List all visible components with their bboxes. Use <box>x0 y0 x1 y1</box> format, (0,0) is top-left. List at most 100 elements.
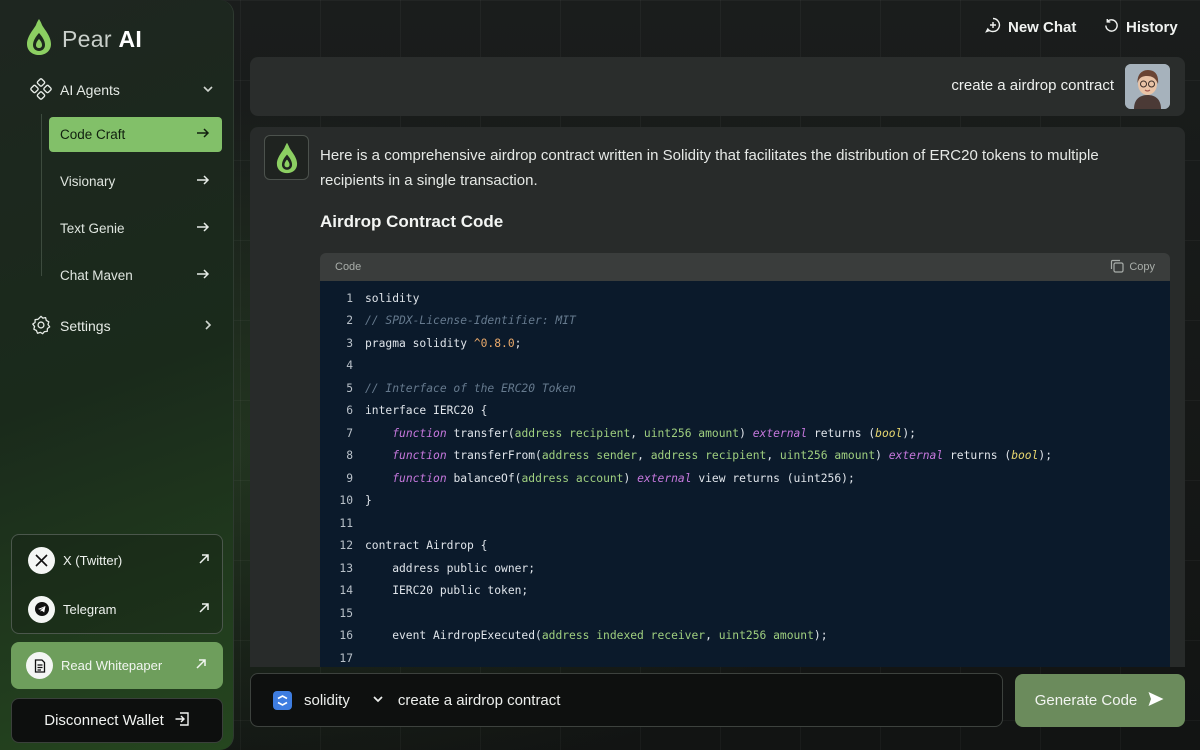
chevron-down-icon[interactable] <box>372 692 384 709</box>
line-number: 6 <box>346 404 353 418</box>
line-number: 11 <box>339 516 353 530</box>
code-line: 5 // Interface of the ERC20 Token <box>320 377 1170 400</box>
code-line: 6 interface IERC20 { <box>320 400 1170 423</box>
plus-circle-icon <box>985 17 1001 37</box>
line-number: 1 <box>346 291 353 305</box>
code-line: 14 IERC20 public token; <box>320 580 1170 603</box>
code-line: 15 <box>320 602 1170 625</box>
code-line: 9 function balanceOf(address account) ex… <box>320 467 1170 490</box>
copy-button[interactable]: Copy <box>1110 259 1155 276</box>
line-text: function balanceOf(address account) exte… <box>392 471 855 485</box>
external-link-icon <box>198 602 210 617</box>
nav-text-genie-label: Text Genie <box>60 221 125 236</box>
code-line: 2 // SPDX-License-Identifier: MIT <box>320 310 1170 333</box>
line-text: pragma solidity ^0.8.0; <box>365 336 522 350</box>
prompt-bar: solidity create a airdrop contract <box>250 673 1003 727</box>
history-label: History <box>1126 18 1178 36</box>
line-text: function transferFrom(address sender, ad… <box>392 449 1053 463</box>
code-line: 17 <box>320 647 1170 667</box>
code-block-header: Code Copy <box>320 253 1170 281</box>
brand-name: Pear AI <box>62 26 143 52</box>
line-number: 10 <box>339 494 353 508</box>
social-telegram-label: Telegram <box>63 601 117 617</box>
sidebar: Pear AI AI Agents Code Craft Visionary T… <box>0 0 234 750</box>
code-line: 12 contract Airdrop { <box>320 535 1170 558</box>
line-number: 2 <box>346 314 353 328</box>
nav-visionary[interactable]: Visionary <box>49 164 222 199</box>
pear-logo-icon <box>264 135 309 180</box>
social-x-twitter[interactable]: X (Twitter) <box>28 545 210 575</box>
user-message: create a airdrop contract <box>250 57 1185 116</box>
external-link-icon <box>195 658 207 673</box>
line-number: 13 <box>339 561 353 575</box>
line-number: 17 <box>339 651 353 665</box>
history-button[interactable]: History <box>1104 16 1178 38</box>
arrow-right-icon <box>196 268 210 283</box>
line-text: IERC20 public token; <box>365 584 529 598</box>
nav-code-craft[interactable]: Code Craft <box>49 117 222 152</box>
agents-icon <box>30 77 52 103</box>
copy-icon <box>1110 259 1124 276</box>
ai-response: Here is a comprehensive airdrop contract… <box>250 127 1185 667</box>
code-line: 13 address public owner; <box>320 557 1170 580</box>
brand-logo[interactable]: Pear AI <box>26 18 142 61</box>
nav-settings-label: Settings <box>60 318 111 334</box>
tree-line <box>41 114 42 276</box>
nav-ai-agents[interactable]: AI Agents <box>30 76 214 104</box>
line-number: 3 <box>346 336 353 350</box>
solidity-icon <box>273 690 292 710</box>
code-line: 8 function transferFrom(address sender, … <box>320 445 1170 468</box>
line-text: event AirdropExecuted(address indexed re… <box>365 629 828 643</box>
code-line: 16 event AirdropExecuted(address indexed… <box>320 625 1170 648</box>
read-whitepaper-button[interactable]: Read Whitepaper <box>11 642 223 689</box>
nav-text-genie[interactable]: Text Genie <box>49 211 222 246</box>
chevron-right-icon <box>202 319 214 334</box>
prompt-input[interactable]: create a airdrop contract <box>398 692 561 709</box>
nav-visionary-label: Visionary <box>60 174 116 189</box>
generate-code-button[interactable]: Generate Code <box>1015 674 1185 727</box>
line-text: address public owner; <box>365 561 536 575</box>
user-avatar[interactable] <box>1125 64 1170 109</box>
arrow-right-icon <box>196 221 210 236</box>
arrow-right-icon <box>196 127 210 142</box>
document-icon <box>26 652 53 679</box>
send-icon <box>1147 690 1165 712</box>
external-link-icon <box>198 553 210 568</box>
logout-icon <box>174 711 190 731</box>
history-icon <box>1104 18 1119 37</box>
copy-label: Copy <box>1129 261 1155 273</box>
new-chat-button[interactable]: New Chat <box>985 16 1076 38</box>
code-line: 3 pragma solidity ^0.8.0; <box>320 332 1170 355</box>
user-message-text: create a airdrop contract <box>951 77 1114 94</box>
disconnect-wallet-button[interactable]: Disconnect Wallet <box>11 698 223 743</box>
x-logo-icon <box>28 546 55 574</box>
code-editor[interactable]: 1 solidity 2 // SPDX-License-Identifier: MI… <box>320 281 1170 667</box>
social-links: X (Twitter) Telegram <box>11 534 223 634</box>
arrow-right-icon <box>196 174 210 189</box>
social-x-label: X (Twitter) <box>63 552 123 568</box>
line-number: 7 <box>346 426 353 440</box>
code-line: 4 <box>320 355 1170 378</box>
nav-settings[interactable]: Settings <box>30 312 214 340</box>
social-telegram[interactable]: Telegram <box>28 594 210 624</box>
gear-icon <box>30 314 52 339</box>
language-select[interactable]: solidity <box>304 692 350 709</box>
new-chat-label: New Chat <box>1008 18 1077 36</box>
code-label: Code <box>335 261 362 273</box>
nav-chat-maven[interactable]: Chat Maven <box>49 258 222 293</box>
chevron-down-icon <box>202 83 214 98</box>
nav-ai-agents-label: AI Agents <box>60 82 120 98</box>
line-number: 4 <box>346 359 353 373</box>
code-line: 11 <box>320 512 1170 535</box>
ai-intro-text: Here is a comprehensive airdrop contract… <box>320 147 1099 189</box>
line-text: solidity <box>365 291 420 305</box>
code-block: Code Copy 1 solidity 2 // SPDX-License-Iden… <box>320 253 1170 667</box>
line-text: // Interface of the ERC20 Token <box>365 381 576 395</box>
generate-code-label: Generate Code <box>1034 692 1138 709</box>
nav-chat-maven-label: Chat Maven <box>60 268 133 283</box>
pear-logo-icon <box>26 18 52 61</box>
line-number: 5 <box>346 381 353 395</box>
line-text: interface IERC20 { <box>365 404 488 418</box>
nav-code-craft-label: Code Craft <box>60 127 126 142</box>
line-number: 16 <box>339 629 353 643</box>
